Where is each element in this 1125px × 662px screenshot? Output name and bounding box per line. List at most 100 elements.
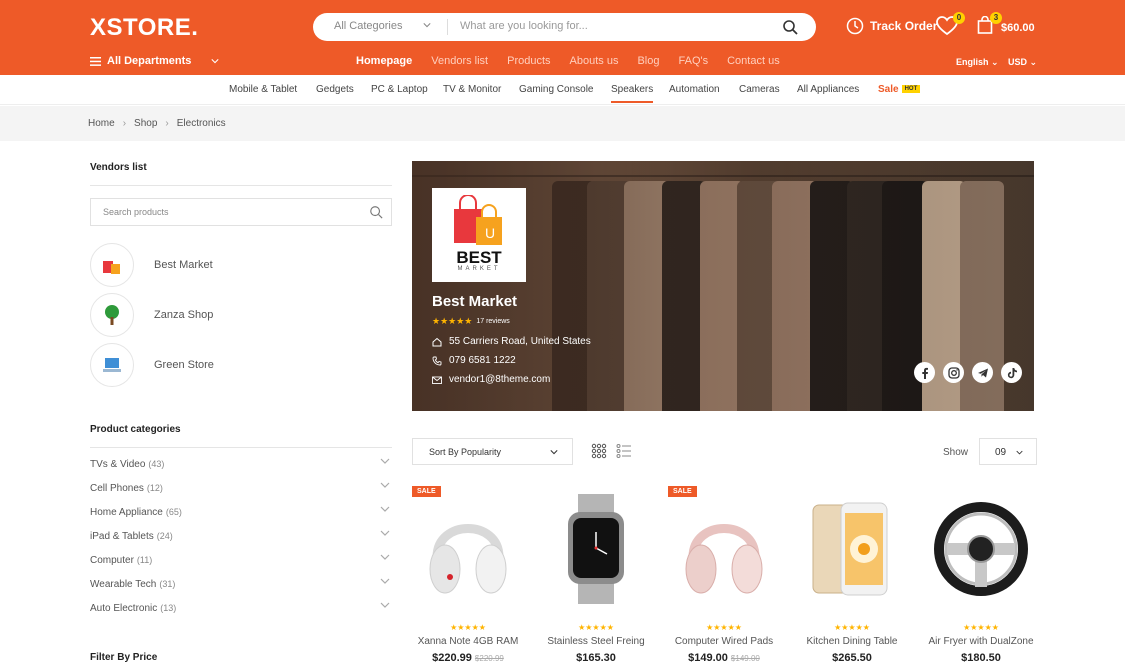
category-count: (24) [156,531,173,541]
product-card[interactable]: ★★★★★ Air Fryer with DualZone $180.50 [925,486,1037,662]
category-item[interactable]: Home Appliance (65) [90,504,392,523]
chevron-down-icon[interactable] [211,57,219,65]
chevron-down-icon[interactable] [380,480,390,490]
product-price: $220.99 $220.99 [412,652,524,662]
product-image[interactable] [802,496,902,601]
category-item[interactable]: Cell Phones (12) [90,480,392,499]
catnav-item[interactable]: TV & Monitor [443,84,501,95]
star-rating-icon: ★★★★★ [706,623,742,632]
breadcrumb-shop[interactable]: Shop [134,118,157,129]
product-name[interactable]: Stainless Steel Freing [532,636,660,647]
nav-blog[interactable]: Blog [637,55,659,67]
sale-badge: SALE [412,486,441,497]
nav-products[interactable]: Products [507,55,550,67]
category-item[interactable]: Auto Electronic (13) [90,600,392,619]
store-email: vendor1@8theme.com [432,374,550,385]
category-item[interactable]: Wearable Tech (31) [90,576,392,595]
search-input[interactable]: What are you looking for... [460,20,588,32]
category-item[interactable]: TVs & Video (43) [90,456,392,475]
category-name: Wearable Tech [90,579,157,590]
sort-select[interactable]: Sort By Popularity [412,438,573,465]
product-image[interactable] [546,493,646,604]
price-current: $265.50 [832,652,872,662]
site-logo[interactable]: XSTORE. [90,14,198,42]
grid-view-icon[interactable] [591,443,607,459]
chevron-down-icon[interactable] [423,21,431,29]
price-old: $149.00 [730,654,760,662]
product-image[interactable] [931,496,1031,601]
store-logo-sub: MARKET [457,266,501,272]
product-card[interactable]: ★★★★★ Stainless Steel Freing $165.30 [540,486,652,662]
product-name[interactable]: Kitchen Dining Table [788,636,916,647]
catnav-item[interactable]: Gaming Console [519,84,593,95]
vendor-item[interactable]: Best Market [90,243,213,287]
product-name[interactable]: Xanna Note 4GB RAM [404,636,532,647]
cart-total[interactable]: $60.00 [1001,22,1035,34]
nav-contact-us[interactable]: Contact us [727,55,780,67]
product-image[interactable] [674,496,774,601]
category-item[interactable]: iPad & Tablets (24) [90,528,392,547]
track-order-link[interactable]: Track Order [846,17,937,35]
home-icon [432,337,442,346]
chevron-down-icon[interactable] [380,552,390,562]
product-card[interactable]: ★★★★★ Kitchen Dining Table $265.50 [796,486,908,662]
product-card[interactable]: SALE ★★★★★ Xanna Note 4GB RAM $220.99 $22… [412,486,524,662]
vendor-item[interactable]: Green Store [90,343,214,387]
category-item[interactable]: Computer (11) [90,552,392,571]
chevron-down-icon[interactable] [380,456,390,466]
product-price: $149.00 $149.00 [668,652,780,662]
search-icon[interactable] [369,205,383,219]
all-departments-menu[interactable]: All Departments [90,55,191,67]
facebook-icon[interactable] [914,362,935,383]
catnav-item[interactable]: PC & Laptop [371,84,428,95]
product-price: $165.30 [540,652,652,662]
store-address-text: 55 Carriers Road, United States [449,336,591,347]
chevron-down-icon[interactable] [380,504,390,514]
search-icon[interactable] [782,19,798,35]
currency-select[interactable]: USD ⌄ [1008,57,1037,68]
product-card[interactable]: SALE ★★★★★ Computer Wired Pads $149.00 $1… [668,486,780,662]
price-current: $220.99 [432,652,472,662]
product-price: $180.50 [925,652,1037,662]
per-page-value: 09 [995,447,1007,458]
nav-vendors-list[interactable]: Vendors list [431,55,488,67]
smartphone-icon [812,502,888,595]
chevron-down-icon[interactable] [380,528,390,538]
product-image[interactable] [418,496,518,601]
nav-homepage[interactable]: Homepage [356,55,412,67]
tiktok-icon[interactable] [1001,362,1022,383]
catnav-item[interactable]: Mobile & Tablet [229,84,297,95]
category-select[interactable]: All Categories [334,20,402,32]
catnav-sale[interactable]: Sale HOT [878,84,921,95]
chevron-right-icon: › [122,118,127,129]
chevron-down-icon[interactable] [380,600,390,610]
logo-bag-letter: U [485,225,495,241]
per-page-select[interactable]: 09 [979,438,1037,465]
catnav-item-active[interactable]: Speakers [611,84,654,103]
product-name[interactable]: Computer Wired Pads [660,636,788,647]
sale-badge: SALE [668,486,697,497]
chevron-down-icon[interactable] [380,576,390,586]
catnav-item[interactable]: All Appliances [797,84,859,95]
instagram-icon[interactable] [943,362,964,383]
top-header: XSTORE. All Categories What are you look… [0,0,1125,75]
list-view-icon[interactable] [616,443,632,459]
telegram-icon[interactable] [972,362,993,383]
product-name[interactable]: Air Fryer with DualZone [917,636,1045,647]
vendor-item[interactable]: Zanza Shop [90,293,213,337]
main-nav: Homepage Vendors list Products Abouts us… [356,55,799,67]
catnav-item[interactable]: Automation [669,84,720,95]
nav-faqs[interactable]: FAQ's [679,55,709,67]
catnav-item[interactable]: Gedgets [316,84,354,95]
store-email-text[interactable]: vendor1@8theme.com [449,374,550,385]
star-rating-icon: ★★★★★ [450,623,486,632]
language-select[interactable]: English ⌄ [956,57,999,68]
tree-icon [105,305,119,325]
star-rating-icon: ★★★★★ [578,623,614,632]
vendor-search-field[interactable]: Search products [90,198,392,226]
catnav-item[interactable]: Cameras [739,84,780,95]
star-rating-icon: ★★★★★ [963,623,999,632]
review-count[interactable]: 17 reviews [476,318,509,325]
nav-about-us[interactable]: Abouts us [570,55,619,67]
breadcrumb-home[interactable]: Home [88,118,115,129]
